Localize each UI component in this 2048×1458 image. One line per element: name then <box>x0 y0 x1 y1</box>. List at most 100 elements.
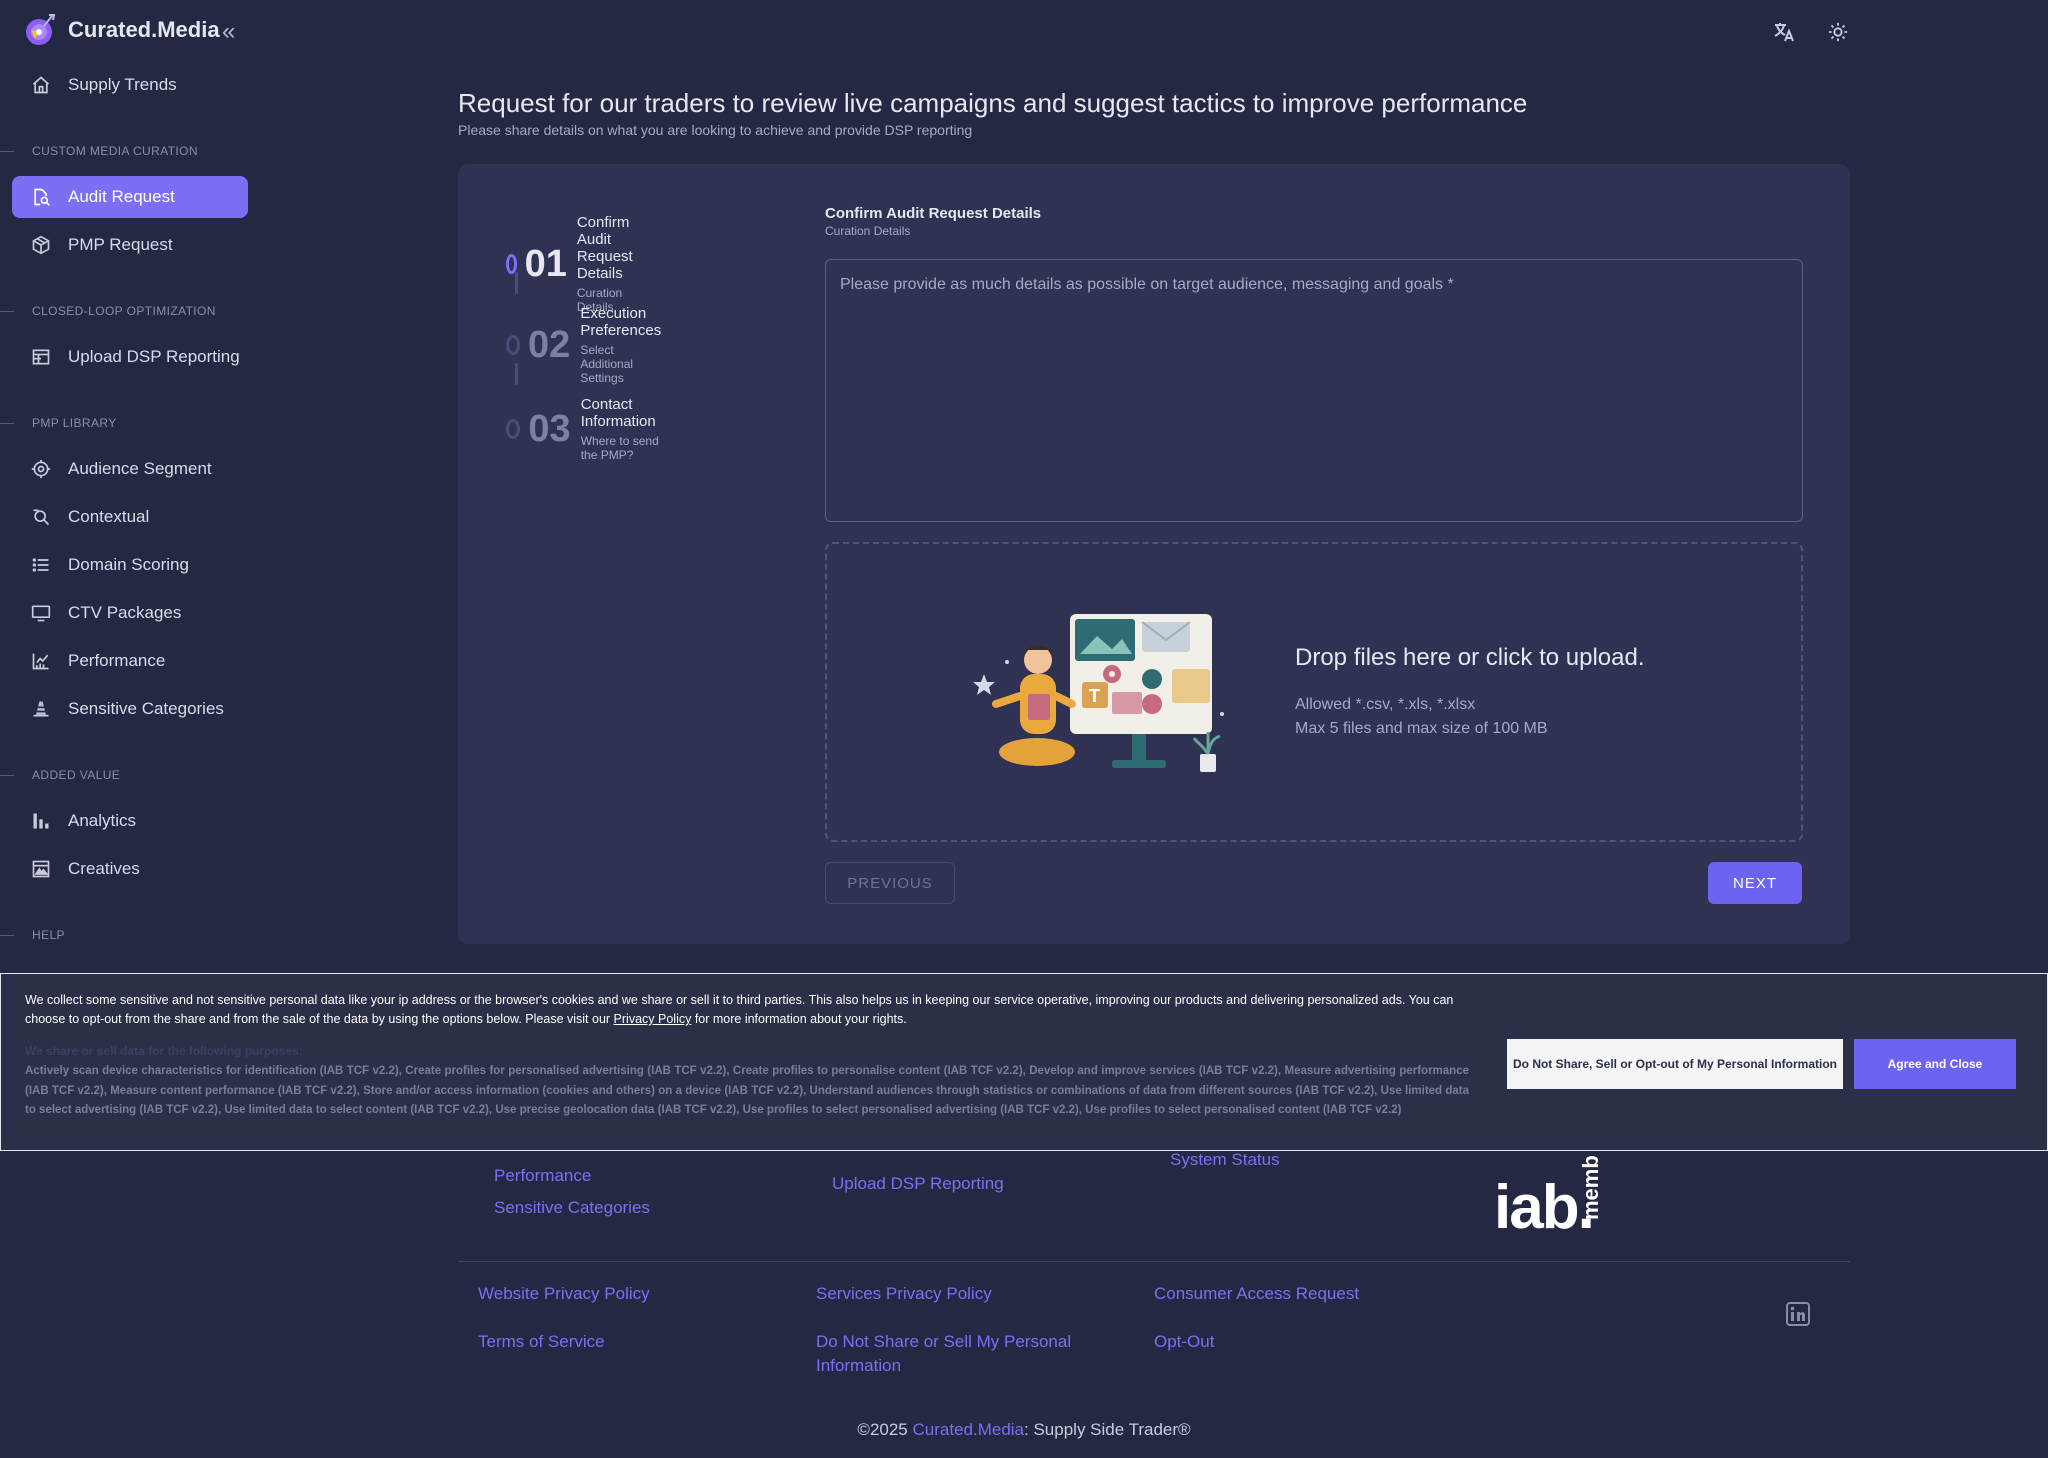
app-page: Curated.Media « Supply Trends CUSTOM MED… <box>0 0 2048 1458</box>
sidebar-item-label: Audit Request <box>68 187 175 206</box>
sidebar-item-label: Creatives <box>68 859 140 878</box>
agree-and-close-button[interactable]: Agree and Close <box>1854 1039 2016 1089</box>
page-title: Request for our traders to review live c… <box>458 88 1528 118</box>
chart-line-icon <box>30 650 52 672</box>
brand[interactable]: Curated.Media <box>22 12 220 48</box>
sidebar: Curated.Media « Supply Trends CUSTOM MED… <box>0 0 260 1458</box>
image-icon <box>30 858 52 880</box>
step-indicator-icon <box>506 335 521 355</box>
section-closed-loop-optimization: CLOSED-LOOP OPTIMIZATION <box>0 304 216 318</box>
privacy-policy-link[interactable]: Privacy Policy <box>614 1012 692 1026</box>
footer-link-system-status[interactable]: System Status <box>1170 1150 1280 1170</box>
sidebar-item-audience-segment[interactable]: Audience Segment <box>12 448 248 490</box>
audit-search-icon <box>30 186 52 208</box>
sidebar-item-pmp-request[interactable]: PMP Request <box>12 224 248 266</box>
theme-toggle-icon[interactable] <box>1824 18 1852 46</box>
copyright-prefix: ©2025 <box>857 1420 913 1439</box>
cookie-notice-text: We collect some sensitive and not sensit… <box>25 991 1485 1029</box>
audit-request-card: 01 Confirm Audit Request Details Curatio… <box>458 164 1850 944</box>
linkedin-icon[interactable] <box>1786 1302 1810 1326</box>
top-toolbar <box>1770 18 1852 46</box>
footer-link-sensitive-categories[interactable]: Sensitive Categories <box>494 1198 650 1218</box>
footer-link-services-privacy[interactable]: Services Privacy Policy <box>816 1284 992 1304</box>
cookie-text-part2: for more information about your rights. <box>691 1012 907 1026</box>
footer-divider <box>458 1261 1850 1262</box>
footer-link-website-privacy[interactable]: Website Privacy Policy <box>478 1284 650 1304</box>
step-connector <box>515 272 518 294</box>
page-subtitle: Please share details on what you are loo… <box>458 122 973 138</box>
dropzone-max-size: Max 5 files and max size of 100 MB <box>1295 720 1548 737</box>
cone-icon <box>30 698 52 720</box>
goals-textarea[interactable]: Please provide as much details as possib… <box>825 259 1803 522</box>
goals-placeholder: Please provide as much details as possib… <box>840 276 1454 293</box>
iab-member-logo: iab. memb <box>1494 1155 1603 1230</box>
home-icon <box>30 74 52 96</box>
cookie-purposes-text: Actively scan device characteristics for… <box>25 1065 1469 1116</box>
cookie-purposes-heading: We share or sell data for the following … <box>25 1044 303 1058</box>
sidebar-item-audit-request[interactable]: Audit Request <box>12 176 248 218</box>
translate-icon[interactable] <box>1770 18 1798 46</box>
collapse-sidebar-icon[interactable]: « <box>222 20 235 44</box>
copyright-brand-link[interactable]: Curated.Media <box>913 1420 1025 1439</box>
sidebar-item-analytics[interactable]: Analytics <box>12 800 248 842</box>
package-icon <box>30 234 52 256</box>
copyright-suffix: : Supply Side Trader® <box>1024 1420 1191 1439</box>
form-title: Confirm Audit Request Details <box>825 205 1042 222</box>
sidebar-item-label: Contextual <box>68 507 150 526</box>
form-subtitle: Curation Details <box>825 224 911 238</box>
footer-link-consumer-access[interactable]: Consumer Access Request <box>1154 1284 1359 1304</box>
upload-illustration: T <box>973 614 1224 772</box>
sidebar-item-label: Domain Scoring <box>68 555 189 574</box>
sidebar-item-label: CTV Packages <box>68 603 182 622</box>
cookie-banner: We collect some sensitive and not sensit… <box>0 973 2048 1151</box>
sidebar-item-performance[interactable]: Performance <box>12 640 248 682</box>
footer-link-do-not-share-line2[interactable]: Information <box>816 1356 901 1376</box>
step-number: 01 <box>524 242 567 285</box>
footer-link-performance[interactable]: Performance <box>494 1166 591 1186</box>
section-added-value: ADDED VALUE <box>0 768 121 782</box>
brand-name: Curated.Media <box>68 17 220 42</box>
footer-link-opt-out[interactable]: Opt-Out <box>1154 1332 1214 1352</box>
previous-button[interactable]: PREVIOUS <box>825 862 955 904</box>
sidebar-item-domain-scoring[interactable]: Domain Scoring <box>12 544 248 586</box>
svg-text:memb: memb <box>1578 1155 1603 1220</box>
footer-link-do-not-share[interactable]: Do Not Share or Sell My Personal <box>816 1332 1071 1352</box>
step-number: 02 <box>528 323 571 366</box>
footer-link-upload-dsp-reporting[interactable]: Upload DSP Reporting <box>832 1174 1004 1194</box>
copyright: ©2025 Curated.Media: Supply Side Trader® <box>0 1420 2048 1440</box>
list-icon <box>30 554 52 576</box>
tv-icon <box>30 602 52 624</box>
section-help: HELP <box>0 928 65 942</box>
table-icon <box>30 346 52 368</box>
file-dropzone[interactable]: T Drop files here or click to upload. Al… <box>825 542 1803 842</box>
step-1[interactable]: 01 Confirm Audit Request Details Curatio… <box>506 214 642 314</box>
sidebar-item-label: Upload DSP Reporting <box>68 347 240 366</box>
step-title: Execution Preferences <box>580 305 662 339</box>
dropzone-allowed-types: Allowed *.csv, *.xls, *.xlsx <box>1295 696 1476 713</box>
sidebar-item-sensitive-categories[interactable]: Sensitive Categories <box>12 688 248 730</box>
sidebar-item-supply-trends[interactable]: Supply Trends <box>12 64 248 106</box>
sidebar-item-contextual[interactable]: Contextual <box>12 496 248 538</box>
sidebar-item-ctv-packages[interactable]: CTV Packages <box>12 592 248 634</box>
step-subtitle: Where to send the PMP? <box>580 434 659 462</box>
next-button[interactable]: NEXT <box>1708 862 1802 904</box>
sidebar-item-label: Analytics <box>68 811 137 830</box>
sidebar-item-label: Performance <box>68 651 166 670</box>
dropzone-title: Drop files here or click to upload. <box>1295 644 1645 671</box>
brand-logo-icon <box>26 14 56 45</box>
footer-link-terms[interactable]: Terms of Service <box>478 1332 605 1352</box>
step-3[interactable]: 03 Contact Information Where to send the… <box>506 396 661 462</box>
search-icon <box>30 506 52 528</box>
step-title: Confirm Audit Request Details <box>576 214 633 282</box>
section-custom-media-curation: CUSTOM MEDIA CURATION <box>0 144 198 158</box>
opt-out-button[interactable]: Do Not Share, Sell or Opt-out of My Pers… <box>1507 1039 1843 1089</box>
step-indicator-icon <box>506 254 517 274</box>
step-title: Contact Information <box>580 396 656 430</box>
target-icon <box>30 458 52 480</box>
sidebar-item-creatives[interactable]: Creatives <box>12 848 248 890</box>
sidebar-item-upload-dsp-reporting[interactable]: Upload DSP Reporting <box>12 336 248 378</box>
step-2[interactable]: 02 Execution Preferences Select Addition… <box>506 305 667 385</box>
sidebar-item-label: Audience Segment <box>68 459 212 478</box>
section-pmp-library: PMP LIBRARY <box>0 416 117 430</box>
step-indicator-icon <box>506 419 521 439</box>
